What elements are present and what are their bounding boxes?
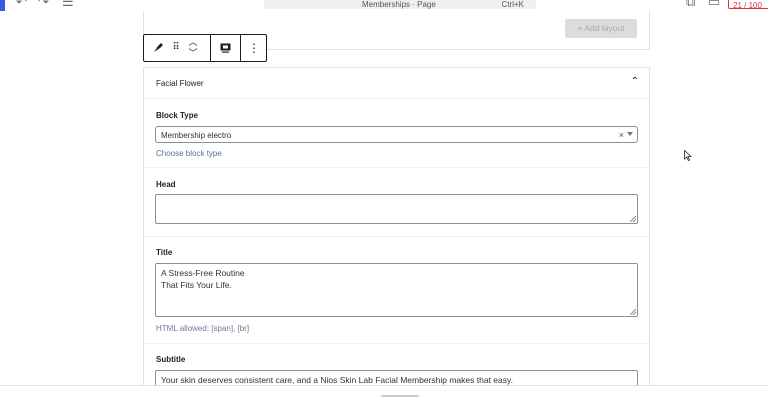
title-label: Title: [156, 248, 173, 257]
block-type-label: Block Type: [156, 111, 199, 120]
command-palette-button[interactable]: Memberships · Page Ctrl+K: [264, 0, 536, 9]
head-label: Head: [156, 180, 176, 189]
title-line-1: A Stress-Free Routine: [161, 268, 245, 278]
clear-selection-icon[interactable]: ×: [619, 130, 624, 140]
block-icon[interactable]: [148, 35, 168, 61]
move-up-icon[interactable]: ︿: [184, 37, 202, 48]
drag-handle-icon[interactable]: ⠿: [169, 35, 183, 61]
title-textarea[interactable]: A Stress-Free Routine That Fits Your Lif…: [155, 263, 638, 317]
external-link-icon[interactable]: ⧉: [686, 0, 695, 10]
title-line-2: That Fits Your Life.: [161, 280, 232, 290]
panel-header[interactable]: Facial Flower ⌃: [144, 68, 649, 99]
editor-footer: [0, 385, 768, 406]
block-fields-panel: Facial Flower ⌃ Block Type Membership el…: [143, 67, 650, 400]
preview-mode-icon[interactable]: [212, 35, 238, 61]
move-buttons: ︿ ﹀: [184, 35, 202, 61]
wordpress-logo-button[interactable]: [0, 0, 5, 11]
preview-icon[interactable]: ▭: [708, 0, 720, 10]
redo-icon[interactable]: ↷: [38, 0, 49, 10]
counter-text: 21 / 100: [733, 1, 762, 10]
command-title: Memberships · Page: [362, 0, 436, 9]
panel-title: Facial Flower: [156, 79, 204, 88]
choose-block-type-link[interactable]: Choose block type: [156, 149, 222, 158]
resize-handle-icon[interactable]: [630, 309, 636, 315]
move-down-icon[interactable]: ﹀: [184, 48, 202, 59]
editor-top-bar: ↶ ↷ ☰ Memberships · Page Ctrl+K ⧉ ▭ 21 /…: [0, 0, 768, 11]
resize-handle-icon[interactable]: [630, 216, 636, 222]
title-html-hint: HTML allowed: [span], [br]: [156, 324, 250, 333]
document-overview-icon[interactable]: ☰: [62, 0, 74, 10]
dropdown-arrow-icon[interactable]: [627, 132, 633, 136]
resize-handle[interactable]: [381, 395, 419, 397]
more-options-icon[interactable]: ⋮: [242, 35, 266, 61]
head-textarea[interactable]: [155, 194, 638, 224]
block-toolbar: ⠿ ︿ ﹀ ⋮: [143, 34, 267, 62]
undo-icon[interactable]: ↶: [16, 0, 27, 10]
counter-badge[interactable]: 21 / 100: [728, 0, 768, 10]
block-type-value: Membership electro: [161, 131, 232, 140]
command-shortcut: Ctrl+K: [501, 0, 524, 9]
mouse-cursor-icon: [684, 150, 692, 161]
add-layout-button[interactable]: + Add layout: [565, 19, 637, 38]
chevron-up-icon[interactable]: ⌃: [631, 76, 639, 87]
subtitle-value: Your skin deserves consistent care, and …: [161, 375, 513, 385]
subtitle-label: Subtitle: [156, 355, 186, 364]
block-type-select[interactable]: Membership electro ×: [155, 126, 638, 143]
